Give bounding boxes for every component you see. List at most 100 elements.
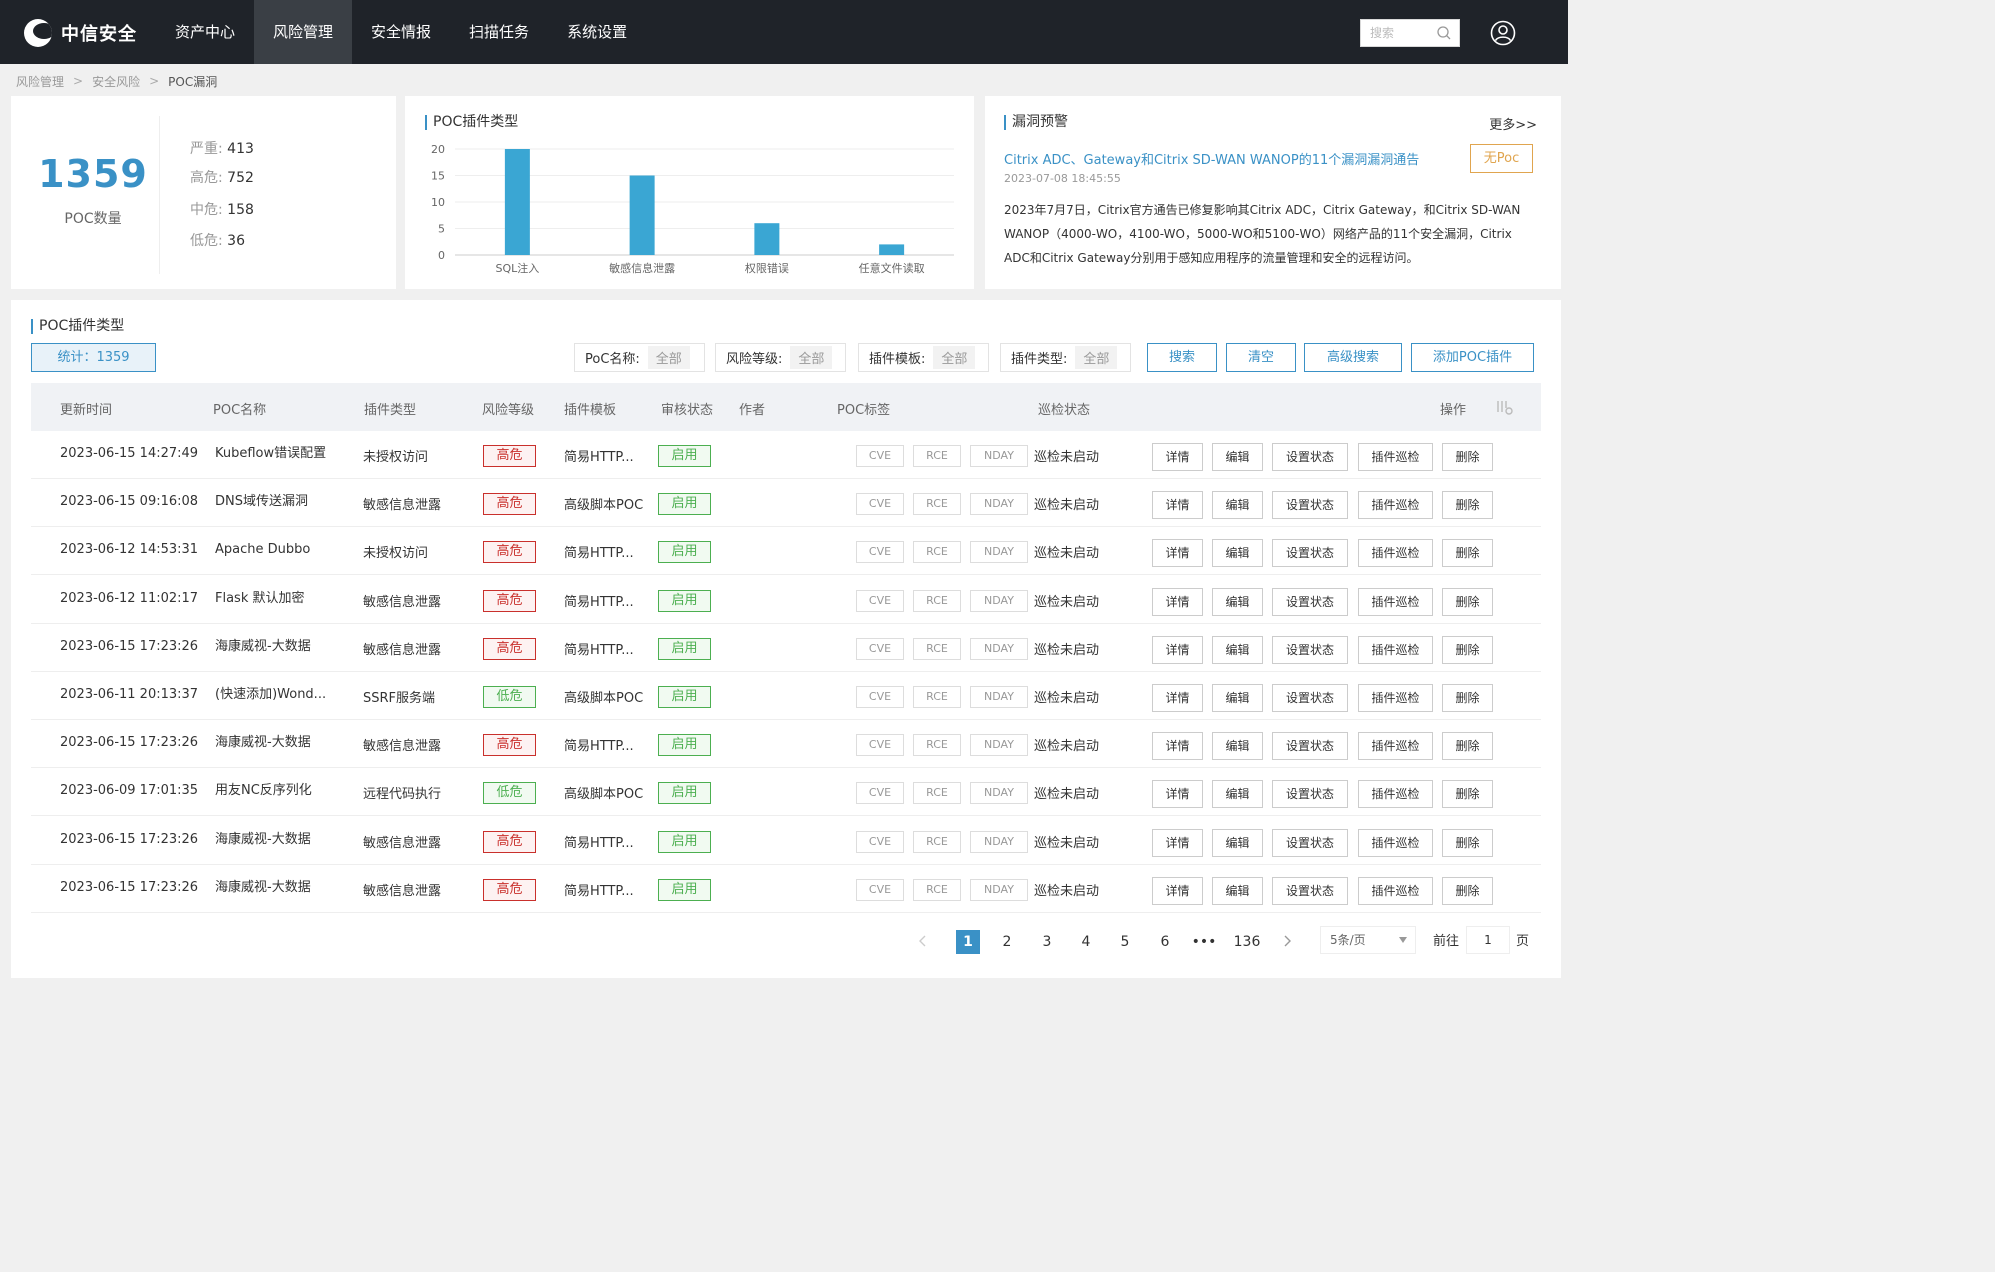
filter-plugin-template[interactable]: 插件模板: 全部 bbox=[858, 343, 989, 372]
delete-button[interactable]: 删除 bbox=[1442, 780, 1493, 809]
col-risk-level[interactable]: 风险等级 bbox=[482, 399, 534, 418]
plugin-patrol-button[interactable]: 插件巡检 bbox=[1358, 443, 1433, 471]
set-status-button[interactable]: 设置状态 bbox=[1272, 732, 1348, 761]
edit-button[interactable]: 编辑 bbox=[1212, 876, 1263, 905]
delete-button[interactable]: 删除 bbox=[1442, 491, 1493, 520]
set-status-button[interactable]: 设置状态 bbox=[1272, 780, 1348, 809]
delete-button[interactable]: 删除 bbox=[1442, 828, 1493, 857]
page-2[interactable]: 2 bbox=[997, 930, 1017, 954]
edit-button[interactable]: 编辑 bbox=[1212, 635, 1263, 664]
column-settings-icon[interactable] bbox=[1496, 398, 1514, 416]
edit-button[interactable]: 编辑 bbox=[1212, 684, 1263, 712]
plugin-patrol-button[interactable]: 插件巡检 bbox=[1358, 732, 1433, 761]
page-6[interactable]: 6 bbox=[1155, 930, 1175, 954]
edit-button[interactable]: 编辑 bbox=[1212, 443, 1263, 471]
cell-poc-name[interactable]: Kubeflow错误配置 bbox=[215, 446, 337, 462]
set-status-button[interactable]: 设置状态 bbox=[1272, 684, 1348, 712]
page-3[interactable]: 3 bbox=[1037, 930, 1057, 954]
details-button[interactable]: 详情 bbox=[1152, 780, 1203, 809]
alert-headline-link[interactable]: Citrix ADC、Gateway和Citrix SD-WAN WANOP的1… bbox=[1004, 149, 1419, 168]
delete-button[interactable]: 删除 bbox=[1442, 443, 1493, 471]
page-5[interactable]: 5 bbox=[1115, 930, 1135, 954]
search-input[interactable] bbox=[1361, 20, 1435, 46]
cell-poc-name[interactable]: Apache Dubbo bbox=[215, 542, 337, 558]
col-update-time[interactable]: 更新时间 bbox=[60, 399, 112, 418]
plugin-patrol-button[interactable]: 插件巡检 bbox=[1358, 684, 1433, 712]
more-link[interactable]: 更多>> bbox=[1489, 114, 1537, 133]
prev-page-icon[interactable] bbox=[914, 932, 932, 950]
plugin-patrol-button[interactable]: 插件巡检 bbox=[1358, 587, 1433, 616]
page-4[interactable]: 4 bbox=[1076, 930, 1096, 954]
nav-item-risk-management[interactable]: 风险管理 bbox=[254, 0, 353, 64]
edit-button[interactable]: 编辑 bbox=[1212, 828, 1263, 857]
details-button[interactable]: 详情 bbox=[1152, 684, 1203, 712]
no-poc-tag[interactable]: 无Poc bbox=[1470, 144, 1533, 173]
details-button[interactable]: 详情 bbox=[1152, 876, 1203, 905]
next-page-icon[interactable] bbox=[1278, 932, 1296, 950]
set-status-button[interactable]: 设置状态 bbox=[1272, 876, 1348, 905]
set-status-button[interactable]: 设置状态 bbox=[1272, 491, 1348, 520]
details-button[interactable]: 详情 bbox=[1152, 732, 1203, 761]
details-button[interactable]: 详情 bbox=[1152, 587, 1203, 616]
filter-plugin-type[interactable]: 插件类型: 全部 bbox=[1000, 343, 1131, 372]
col-patrol-status[interactable]: 巡检状态 bbox=[1038, 399, 1090, 418]
nav-item-security-intel[interactable]: 安全情报 bbox=[352, 0, 450, 64]
breadcrumb-security-risk[interactable]: 安全风险 bbox=[92, 73, 140, 90]
edit-button[interactable]: 编辑 bbox=[1212, 732, 1263, 761]
cell-poc-name[interactable]: 用友NC反序列化 bbox=[215, 783, 337, 799]
delete-button[interactable]: 删除 bbox=[1442, 684, 1493, 712]
search-button[interactable]: 搜索 bbox=[1147, 343, 1217, 372]
clear-button[interactable]: 清空 bbox=[1226, 343, 1296, 372]
col-poc-name[interactable]: POC名称 bbox=[213, 399, 266, 418]
set-status-button[interactable]: 设置状态 bbox=[1272, 828, 1348, 857]
nav-item-asset-center[interactable]: 资产中心 bbox=[156, 0, 254, 64]
cell-poc-name[interactable]: 海康威视-大数据 bbox=[215, 639, 337, 655]
plugin-patrol-button[interactable]: 插件巡检 bbox=[1358, 539, 1433, 568]
set-status-button[interactable]: 设置状态 bbox=[1272, 443, 1348, 471]
col-poc-tags[interactable]: POC标签 bbox=[837, 399, 890, 418]
delete-button[interactable]: 删除 bbox=[1442, 876, 1493, 905]
page-size-select[interactable]: 5条/页 bbox=[1320, 926, 1416, 954]
breadcrumb-risk-management[interactable]: 风险管理 bbox=[16, 73, 64, 90]
total-count-badge[interactable]: 统计：1359 bbox=[31, 343, 156, 372]
cell-poc-name[interactable]: 海康威视-大数据 bbox=[215, 880, 337, 896]
nav-item-system-settings[interactable]: 系统设置 bbox=[548, 0, 646, 64]
search-icon[interactable] bbox=[1436, 25, 1452, 41]
filter-poc-name[interactable]: PoC名称: 全部 bbox=[574, 343, 705, 372]
set-status-button[interactable]: 设置状态 bbox=[1272, 587, 1348, 616]
col-plugin-template[interactable]: 插件模板 bbox=[564, 399, 616, 418]
delete-button[interactable]: 删除 bbox=[1442, 587, 1493, 616]
page-136[interactable]: 136 bbox=[1231, 930, 1263, 954]
set-status-button[interactable]: 设置状态 bbox=[1272, 635, 1348, 664]
edit-button[interactable]: 编辑 bbox=[1212, 780, 1263, 809]
delete-button[interactable]: 删除 bbox=[1442, 732, 1493, 761]
edit-button[interactable]: 编辑 bbox=[1212, 587, 1263, 616]
cell-poc-name[interactable]: DNS域传送漏洞 bbox=[215, 494, 337, 510]
filter-risk-level[interactable]: 风险等级: 全部 bbox=[715, 343, 846, 372]
set-status-button[interactable]: 设置状态 bbox=[1272, 539, 1348, 568]
page-ellipsis[interactable]: ••• bbox=[1191, 930, 1217, 954]
advanced-search-button[interactable]: 高级搜索 bbox=[1304, 343, 1402, 372]
user-avatar-icon[interactable] bbox=[1490, 20, 1516, 46]
col-plugin-type[interactable]: 插件类型 bbox=[364, 399, 416, 418]
plugin-patrol-button[interactable]: 插件巡检 bbox=[1358, 876, 1433, 905]
edit-button[interactable]: 编辑 bbox=[1212, 539, 1263, 568]
details-button[interactable]: 详情 bbox=[1152, 443, 1203, 471]
col-author[interactable]: 作者 bbox=[739, 399, 765, 418]
cell-poc-name[interactable]: Flask 默认加密 bbox=[215, 591, 337, 607]
logo[interactable]: 中信安全 bbox=[24, 18, 137, 48]
details-button[interactable]: 详情 bbox=[1152, 491, 1203, 520]
col-review-status[interactable]: 审核状态 bbox=[661, 399, 713, 418]
plugin-patrol-button[interactable]: 插件巡检 bbox=[1358, 780, 1433, 809]
details-button[interactable]: 详情 bbox=[1152, 635, 1203, 664]
delete-button[interactable]: 删除 bbox=[1442, 539, 1493, 568]
nav-item-scan-tasks[interactable]: 扫描任务 bbox=[450, 0, 548, 64]
goto-page-input[interactable]: 1 bbox=[1466, 926, 1510, 954]
page-1[interactable]: 1 bbox=[956, 930, 980, 954]
delete-button[interactable]: 删除 bbox=[1442, 635, 1493, 664]
details-button[interactable]: 详情 bbox=[1152, 828, 1203, 857]
plugin-patrol-button[interactable]: 插件巡检 bbox=[1358, 491, 1433, 520]
plugin-patrol-button[interactable]: 插件巡检 bbox=[1358, 635, 1433, 664]
cell-poc-name[interactable]: 海康威视-大数据 bbox=[215, 832, 337, 848]
details-button[interactable]: 详情 bbox=[1152, 539, 1203, 568]
